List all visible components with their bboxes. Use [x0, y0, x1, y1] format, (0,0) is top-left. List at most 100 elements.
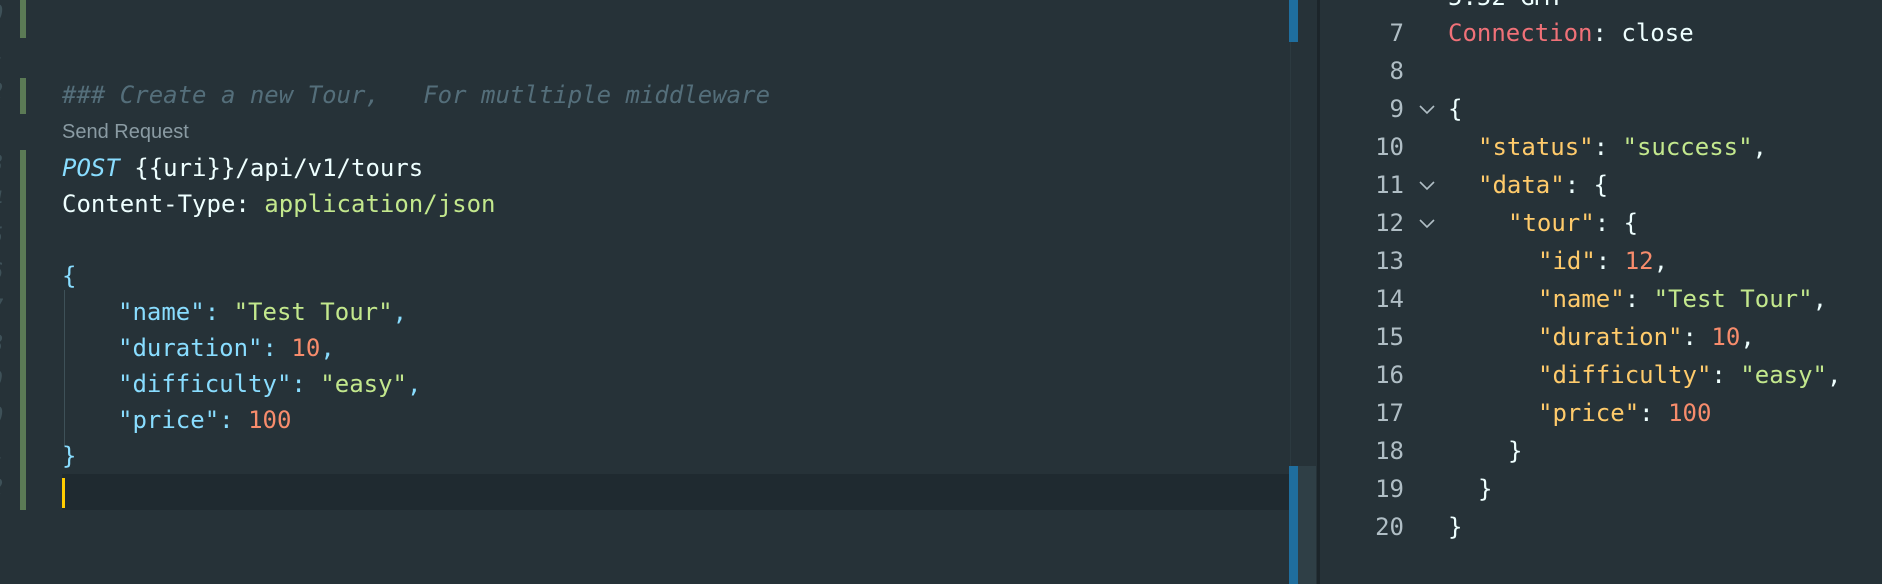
header-name: Content-Type:: [62, 190, 250, 218]
json-key: "status": [1478, 133, 1594, 161]
field-trail: ,: [320, 334, 335, 362]
body-field: "duration": 10,: [118, 334, 335, 362]
current-line-highlight: [62, 474, 1290, 510]
field-trail: ,: [407, 370, 422, 398]
field-value: "easy": [320, 370, 407, 398]
response-header: Connection: close: [1448, 19, 1694, 47]
header-value: close: [1621, 19, 1694, 47]
json-key: "price": [1538, 399, 1640, 427]
line-number: 20: [1375, 513, 1404, 541]
line-number: 1: [0, 40, 3, 65]
line-number: 0: [0, 2, 3, 27]
scroll-marker: [1289, 0, 1298, 42]
json-entry: "difficulty": "easy",: [1538, 361, 1842, 389]
json-key: "difficulty": [1538, 361, 1712, 389]
response-line: 8: [1320, 52, 1882, 90]
workspace: 0 1 2 3 4 5 6 7 8 9 0 1 2 ### Create a n…: [0, 0, 1882, 584]
response-line: 15 "duration": 10,: [1320, 318, 1882, 356]
field-value: 10: [291, 334, 321, 362]
field-key: "difficulty": [118, 370, 292, 398]
body-close-brace: }: [62, 442, 77, 470]
request-editor-pane[interactable]: 0 1 2 3 4 5 6 7 8 9 0 1 2 ### Create a n…: [0, 0, 1317, 584]
line-number: 19: [1375, 475, 1404, 503]
line-number: 7: [1389, 19, 1404, 47]
json-key: "data": [1478, 171, 1565, 199]
chevron-down-icon[interactable]: [1418, 214, 1436, 232]
line-number: 4: [0, 188, 3, 213]
response-line: 11 "data": {: [1320, 166, 1882, 204]
json-key: "name": [1538, 285, 1625, 313]
json-value: "Test Tour": [1653, 285, 1813, 313]
request-line: POST {{uri}}/api/v1/tours: [62, 153, 423, 183]
line-number: 8: [1389, 57, 1404, 85]
json-key: "tour": [1508, 209, 1595, 237]
response-line: 12 "tour": {: [1320, 204, 1882, 242]
field-value: 100: [248, 406, 292, 434]
header-value: application/json: [264, 190, 496, 218]
json-value: 100: [1668, 399, 1712, 427]
line-number: 0: [0, 404, 3, 429]
line-number: 13: [1375, 247, 1404, 275]
line-number: 9: [0, 368, 3, 393]
field-key: "price": [118, 406, 220, 434]
response-line: 19 }: [1320, 470, 1882, 508]
line-number: 10: [1375, 133, 1404, 161]
body-field: "price": 100: [118, 406, 292, 434]
chevron-down-icon[interactable]: [1418, 176, 1436, 194]
line-number: 5: [0, 224, 3, 249]
response-pane[interactable]: 5:52 GMT 7 Connection: close 8 9 { 10 "s…: [1320, 0, 1882, 584]
response-line: 17 "price": 100: [1320, 394, 1882, 432]
request-url: {{uri}}/api/v1/tours: [134, 154, 424, 182]
line-number: 11: [1375, 171, 1404, 199]
body-field: "difficulty": "easy",: [118, 370, 422, 398]
line-number: 7: [0, 296, 3, 321]
json-entry: "duration": 10,: [1538, 323, 1755, 351]
json-entry: "tour": {: [1508, 209, 1639, 237]
json-value: "success": [1622, 133, 1753, 161]
git-change-bar: [20, 150, 26, 510]
field-trail: ,: [392, 298, 408, 326]
response-line: 13 "id": 12,: [1320, 242, 1882, 280]
line-number: 8: [0, 332, 3, 357]
header-name: Connection: [1448, 19, 1593, 47]
line-number-gutter: 0 1 2 3 4 5 6 7 8 9 0 1 2: [0, 0, 14, 584]
response-line: 14 "name": "Test Tour",: [1320, 280, 1882, 318]
header-line: Content-Type: application/json: [62, 189, 495, 219]
chevron-down-icon[interactable]: [1418, 100, 1436, 118]
field-value: "Test Tour": [233, 298, 393, 326]
response-line: 16 "difficulty": "easy",: [1320, 356, 1882, 394]
body-field: "name": "Test Tour",: [118, 298, 408, 326]
response-line: 10 "status": "success",: [1320, 128, 1882, 166]
body-open-brace: {: [62, 262, 77, 290]
json-close-brace: }: [1508, 437, 1523, 465]
json-key: "id": [1538, 247, 1596, 275]
line-number: 17: [1375, 399, 1404, 427]
line-number: 6: [0, 260, 3, 285]
json-open-brace: {: [1448, 95, 1463, 123]
json-value: "easy": [1740, 361, 1827, 389]
indent-guide: [64, 290, 65, 446]
line-number: 3: [0, 152, 3, 177]
line-number: 18: [1375, 437, 1404, 465]
json-value: 12: [1624, 247, 1654, 275]
response-line: 18 }: [1320, 432, 1882, 470]
response-line: 20 }: [1320, 508, 1882, 546]
http-method: POST: [62, 154, 120, 182]
line-number: 2: [0, 476, 3, 501]
field-key: "name": [118, 298, 205, 326]
json-entry: "status": "success",: [1478, 133, 1767, 161]
text-caret: [62, 478, 65, 508]
line-number: 16: [1375, 361, 1404, 389]
line-number: 2: [0, 80, 3, 105]
json-value: 10: [1711, 323, 1741, 351]
line-number: 15: [1375, 323, 1404, 351]
git-change-bar: [20, 78, 26, 114]
json-entry: "id": 12,: [1538, 247, 1669, 275]
json-entry: "data": {: [1478, 171, 1609, 199]
line-number: 12: [1375, 209, 1404, 237]
json-entry: "price": 100: [1538, 399, 1712, 427]
json-entry: "name": "Test Tour",: [1538, 285, 1828, 313]
send-request-codelens[interactable]: Send Request: [62, 121, 189, 144]
line-number: 1: [0, 440, 3, 465]
response-line: 7 Connection: close: [1320, 14, 1882, 52]
